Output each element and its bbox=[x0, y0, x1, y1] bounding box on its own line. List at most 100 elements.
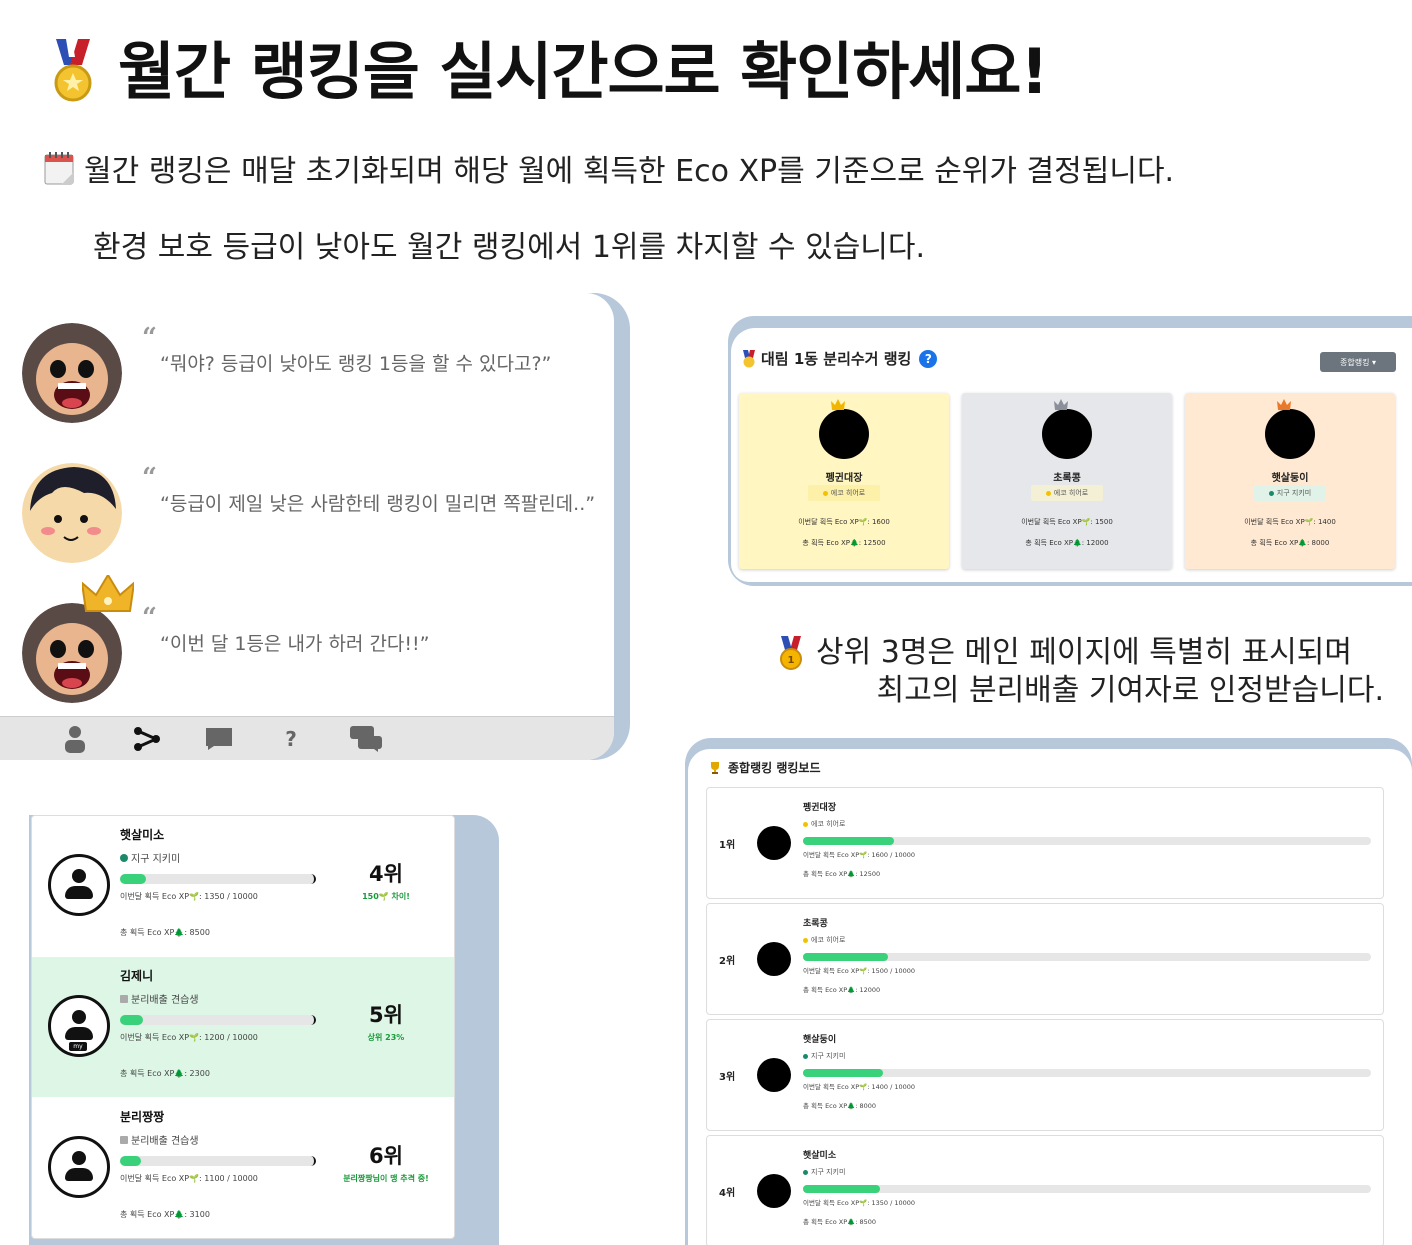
leaderboard-row[interactable]: 3위 햇살둥이 지구 지키미 이번달 획득 Eco XP🌱: 1400 / 10… bbox=[706, 1019, 1384, 1131]
user-grade: 분리배출 견습생 bbox=[120, 1132, 199, 1147]
monthly-xp: 이번달 획득 Eco XP🌱: 1200 / 10000 bbox=[120, 1033, 258, 1042]
top3-description: 1 상위 3명은 메인 페이지에 특별히 표시되며 최고의 분리배출 기여자로 … bbox=[778, 634, 1384, 710]
help-icon[interactable]: ? bbox=[919, 349, 938, 368]
question-icon[interactable]: ? bbox=[278, 725, 304, 753]
xp-progress-bar bbox=[120, 1015, 316, 1025]
grade-badge: 에코 히어로 bbox=[808, 485, 880, 501]
xp-progress-bar bbox=[120, 874, 316, 884]
monthly-xp: 이번달 획득 Eco XP🌱: 1400 / 10000 bbox=[803, 1083, 916, 1091]
crown-icon bbox=[82, 575, 134, 612]
user-icon bbox=[48, 1136, 110, 1198]
podium-name: 햇살둥이 bbox=[1271, 473, 1309, 484]
rank-position: 6위 bbox=[369, 1144, 403, 1168]
rank-row[interactable]: 햇살미소 지구 지키미 이번달 획득 Eco XP🌱: 1350 / 10000… bbox=[32, 816, 454, 956]
monthly-xp: 이번달 획득 Eco XP🌱: 1400 bbox=[1244, 518, 1336, 526]
user-name: 햇살미소 bbox=[120, 828, 165, 842]
bin-icon bbox=[120, 1135, 128, 1144]
leaderboard-row[interactable]: 4위 햇살미소 지구 지키미 이번달 획득 Eco XP🌱: 1350 / 10… bbox=[706, 1135, 1384, 1245]
xp-progress-bar bbox=[803, 1069, 1371, 1077]
chat-icon[interactable] bbox=[206, 725, 232, 753]
user-name: 초록콩 bbox=[803, 919, 828, 929]
top3-line-2: 최고의 분리배출 기여자로 인정받습니다. bbox=[876, 673, 1384, 708]
podium-card-3[interactable]: 햇살둥이 지구 지키미 이번달 획득 Eco XP🌱: 1400 총 획득 Ec… bbox=[1185, 393, 1395, 569]
user-name: 햇살둥이 bbox=[803, 1035, 837, 1045]
ranking-card: 대림 1동 분리수거 랭킹 ? 종합랭킹 ▾ 펭귄대장 에코 히어로 이번달 획… bbox=[731, 328, 1412, 582]
globe-icon bbox=[1268, 490, 1274, 496]
trophy-icon bbox=[711, 761, 719, 774]
top3-line-1: 1 상위 3명은 메인 페이지에 특별히 표시되며 bbox=[778, 634, 1384, 672]
user-avatar bbox=[819, 409, 869, 459]
user-avatar bbox=[757, 1058, 791, 1092]
rank-row[interactable]: 분리짱짱 분리배출 견습생 이번달 획득 Eco XP🌱: 1100 / 100… bbox=[32, 1098, 454, 1238]
total-xp: 총 획득 Eco XP🌲: 2300 bbox=[120, 1069, 210, 1078]
hooded-character-avatar bbox=[22, 603, 122, 703]
user-icon bbox=[48, 854, 110, 916]
leaderboard-title: 종합랭킹 랭킹보드 bbox=[728, 761, 821, 775]
crown-icon bbox=[831, 399, 845, 410]
total-xp: 총 획득 Eco XP🌲: 3100 bbox=[120, 1210, 210, 1219]
total-xp: 총 획득 Eco XP🌲: 8500 bbox=[803, 1218, 877, 1226]
total-xp: 총 획득 Eco XP🌲: 8000 bbox=[803, 1102, 877, 1110]
hooded-character-avatar bbox=[22, 323, 122, 423]
description-line-1: 월간 랭킹은 매달 초기화되며 해당 월에 획득한 Eco XP를 기준으로 순… bbox=[44, 146, 1174, 190]
grade-icon bbox=[1045, 490, 1051, 496]
rank-note: 150🌱 차이! bbox=[362, 892, 410, 901]
user-name: 펭귄대장 bbox=[803, 803, 837, 813]
my-rank-card: 햇살미소 지구 지키미 이번달 획득 Eco XP🌱: 1350 / 10000… bbox=[31, 815, 455, 1239]
rank-position: 4위 bbox=[719, 1188, 736, 1199]
user-avatar bbox=[757, 826, 791, 860]
user-avatar bbox=[757, 1174, 791, 1208]
bin-icon bbox=[120, 994, 128, 1003]
chat-message-text: “등급이 제일 낮은 사람한테 랭킹이 밀리면 쪽팔린데..” bbox=[160, 493, 596, 515]
crown-icon bbox=[1054, 399, 1068, 410]
xp-progress-bar bbox=[803, 837, 1371, 845]
leaderboard-row[interactable]: 2위 초록콩 에코 히어로 이번달 획득 Eco XP🌱: 1500 / 100… bbox=[706, 903, 1384, 1015]
user-grade: 에코 히어로 bbox=[803, 935, 845, 945]
globe-icon bbox=[120, 853, 128, 862]
gold-medal-icon: 1 bbox=[780, 636, 802, 670]
total-xp: 총 획득 Eco XP🌲: 8000 bbox=[1250, 539, 1330, 547]
leaderboard-row[interactable]: 1위 펭귄대장 에코 히어로 이번달 획득 Eco XP🌱: 1600 / 10… bbox=[706, 787, 1384, 899]
my-rank-row[interactable]: my 김제니 분리배출 견습생 이번달 획득 Eco XP🌱: 1200 / 1… bbox=[32, 957, 454, 1097]
monthly-xp: 이번달 획득 Eco XP🌱: 1350 / 10000 bbox=[120, 892, 258, 901]
grade-icon bbox=[822, 490, 828, 496]
calendar-icon bbox=[44, 152, 74, 185]
xp-progress-bar bbox=[803, 1185, 1371, 1193]
user-avatar bbox=[757, 942, 791, 976]
rank-position: 5위 bbox=[369, 1003, 403, 1027]
monthly-xp: 이번달 획득 Eco XP🌱: 1500 bbox=[1021, 518, 1113, 526]
podium-card-2[interactable]: 초록콩 에코 히어로 이번달 획득 Eco XP🌱: 1500 총 획득 Eco… bbox=[962, 393, 1172, 569]
description-line-2: 환경 보호 등급이 낮아도 월간 랭킹에서 1위를 차지할 수 있습니다. bbox=[93, 230, 926, 265]
chat-panel: “ “뭐야? 등급이 낮아도 랭킹 1등을 할 수 있다고?” “ “등급이 제… bbox=[0, 293, 614, 760]
total-xp: 총 획득 Eco XP🌲: 12500 bbox=[802, 539, 886, 547]
user-avatar bbox=[1042, 409, 1092, 459]
rank-position: 4위 bbox=[369, 862, 403, 886]
rank-position: 3위 bbox=[719, 1072, 736, 1083]
page-title: 월간 랭킹을 실시간으로 확인하세요! bbox=[118, 35, 1049, 108]
globe-icon bbox=[803, 1169, 808, 1175]
monthly-xp: 이번달 획득 Eco XP🌱: 1500 / 10000 bbox=[803, 967, 916, 975]
total-xp: 총 획득 Eco XP🌲: 8500 bbox=[120, 928, 210, 937]
xp-progress-bar bbox=[803, 953, 1371, 961]
podium-card-1[interactable]: 펭귄대장 에코 히어로 이번달 획득 Eco XP🌱: 1600 총 획득 Ec… bbox=[739, 393, 949, 569]
rank-note: 상위 23% bbox=[367, 1033, 405, 1042]
messages-icon[interactable] bbox=[350, 725, 382, 753]
grade-icon bbox=[803, 937, 808, 943]
user-grade: 분리배출 견습생 bbox=[120, 991, 199, 1006]
svg-text:1: 1 bbox=[788, 655, 795, 666]
person-icon[interactable] bbox=[62, 725, 88, 753]
total-xp: 총 획득 Eco XP🌲: 12500 bbox=[803, 870, 881, 878]
chat-message-text: “뭐야? 등급이 낮아도 랭킹 1등을 할 수 있다고?” bbox=[160, 353, 552, 375]
my-badge: my bbox=[69, 1042, 87, 1051]
globe-icon bbox=[803, 1053, 808, 1059]
leaderboard-card: 종합랭킹 랭킹보드 1위 펭귄대장 에코 히어로 이번달 획득 Eco XP🌱:… bbox=[688, 749, 1412, 1245]
monthly-xp: 이번달 획득 Eco XP🌱: 1350 / 10000 bbox=[803, 1199, 916, 1207]
hero-title-row: 월간 랭킹을 실시간으로 확인하세요! bbox=[50, 32, 1049, 112]
monthly-xp: 이번달 획득 Eco XP🌱: 1600 bbox=[798, 518, 890, 526]
share-icon[interactable] bbox=[134, 725, 160, 753]
ranking-type-dropdown[interactable]: 종합랭킹 ▾ bbox=[1320, 352, 1396, 372]
grade-badge: 지구 지키미 bbox=[1254, 485, 1326, 501]
user-icon: my bbox=[48, 995, 110, 1057]
description-text-1: 월간 랭킹은 매달 초기화되며 해당 월에 획득한 Eco XP를 기준으로 순… bbox=[84, 154, 1175, 189]
quote-mark: “ bbox=[142, 323, 157, 353]
